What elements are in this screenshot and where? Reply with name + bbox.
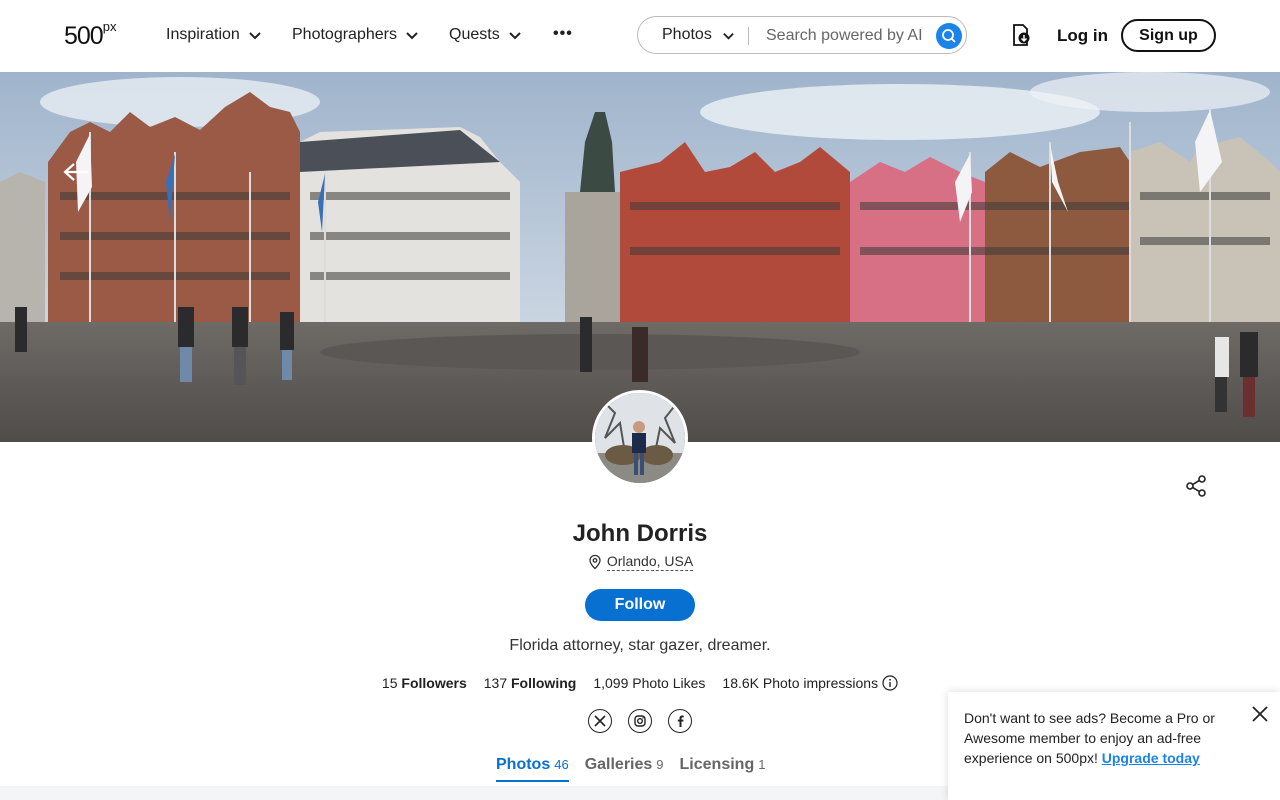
location-pin-icon	[589, 554, 601, 570]
more-menu-button[interactable]: •••	[553, 25, 573, 43]
search-icon	[942, 29, 956, 43]
top-header: 500px Inspiration Photographers Quests •…	[0, 0, 1280, 73]
nav-quests-label: Quests	[449, 26, 500, 43]
tab-licensing-count: 1	[758, 757, 766, 772]
site-logo[interactable]: 500px	[64, 18, 117, 51]
photo-likes-stat: 1,099 Photo Likes	[593, 675, 706, 691]
nav-quests[interactable]: Quests	[449, 26, 522, 44]
tab-photos-count: 46	[554, 757, 569, 772]
cover-photo	[0, 72, 1280, 442]
signup-button[interactable]: Sign up	[1121, 19, 1216, 52]
avatar-image	[595, 393, 685, 483]
impressions-stat: 18.6K Photo impressions	[722, 675, 898, 691]
search-button[interactable]	[936, 23, 962, 49]
cover-photo-image	[0, 72, 1280, 442]
login-button[interactable]: Log in	[1057, 26, 1108, 46]
chevron-down-icon	[508, 32, 521, 40]
chevron-down-icon	[249, 32, 261, 40]
profile-bio: Florida attorney, star gazer, dreamer.	[509, 637, 771, 654]
x-link[interactable]	[588, 709, 612, 733]
following-label: Following	[511, 675, 577, 691]
profile-location: Orlando, USA	[0, 553, 1280, 571]
search-input[interactable]	[764, 23, 928, 49]
profile-name: John Dorris	[572, 520, 708, 547]
impressions-label: 18.6K Photo impressions	[722, 675, 879, 691]
logo-suffix: px	[102, 18, 117, 34]
following-stat[interactable]: 137 Following	[484, 675, 577, 691]
facebook-link[interactable]	[668, 709, 692, 733]
followers-count: 15	[381, 675, 398, 691]
back-arrow-icon[interactable]	[62, 160, 90, 184]
search-type-dropdown[interactable]: Photos	[662, 26, 735, 44]
followers-stat[interactable]: 15 Followers	[382, 675, 467, 691]
profile-avatar	[592, 390, 688, 486]
tab-photos[interactable]: Photos 46	[496, 756, 569, 782]
following-count: 137	[483, 675, 508, 691]
followers-label: Followers	[401, 675, 467, 691]
info-icon[interactable]	[882, 675, 898, 691]
profile-stats: 15 Followers 137 Following 1,099 Photo L…	[0, 675, 1280, 691]
chevron-down-icon	[723, 32, 734, 40]
profile-tabs: Photos 46 Galleries 9 Licensing 1	[496, 756, 766, 782]
tab-photos-label: Photos	[496, 756, 551, 773]
tab-licensing-label: Licensing	[679, 756, 755, 773]
follow-button[interactable]: Follow	[585, 589, 695, 621]
instagram-icon	[634, 715, 646, 727]
facebook-icon	[677, 715, 684, 727]
tab-licensing[interactable]: Licensing 1	[680, 756, 766, 780]
chevron-down-icon	[406, 32, 418, 40]
upgrade-link[interactable]: Upgrade today	[1102, 750, 1200, 766]
logo-text: 500	[64, 22, 104, 50]
ad-free-promo-popup: Don't want to see ads? Become a Pro or A…	[948, 692, 1280, 800]
x-icon	[594, 715, 606, 727]
tab-galleries-count: 9	[656, 757, 664, 772]
instagram-link[interactable]	[628, 709, 652, 733]
nav-inspiration[interactable]: Inspiration	[166, 26, 262, 44]
nav-inspiration-label: Inspiration	[166, 26, 240, 43]
location-link[interactable]: Orlando, USA	[606, 553, 694, 571]
upload-icon[interactable]	[1009, 22, 1033, 48]
share-icon[interactable]	[1184, 474, 1208, 498]
nav-photographers[interactable]: Photographers	[292, 26, 419, 44]
tab-galleries[interactable]: Galleries 9	[585, 756, 664, 780]
search-divider	[748, 27, 749, 45]
nav-photographers-label: Photographers	[292, 26, 397, 43]
search-bar: Photos	[637, 16, 967, 54]
close-icon[interactable]	[1250, 704, 1270, 724]
ad-promo-text: Don't want to see ads? Become a Pro or A…	[964, 708, 1234, 768]
search-type-label: Photos	[662, 26, 712, 43]
tab-galleries-label: Galleries	[584, 756, 653, 773]
